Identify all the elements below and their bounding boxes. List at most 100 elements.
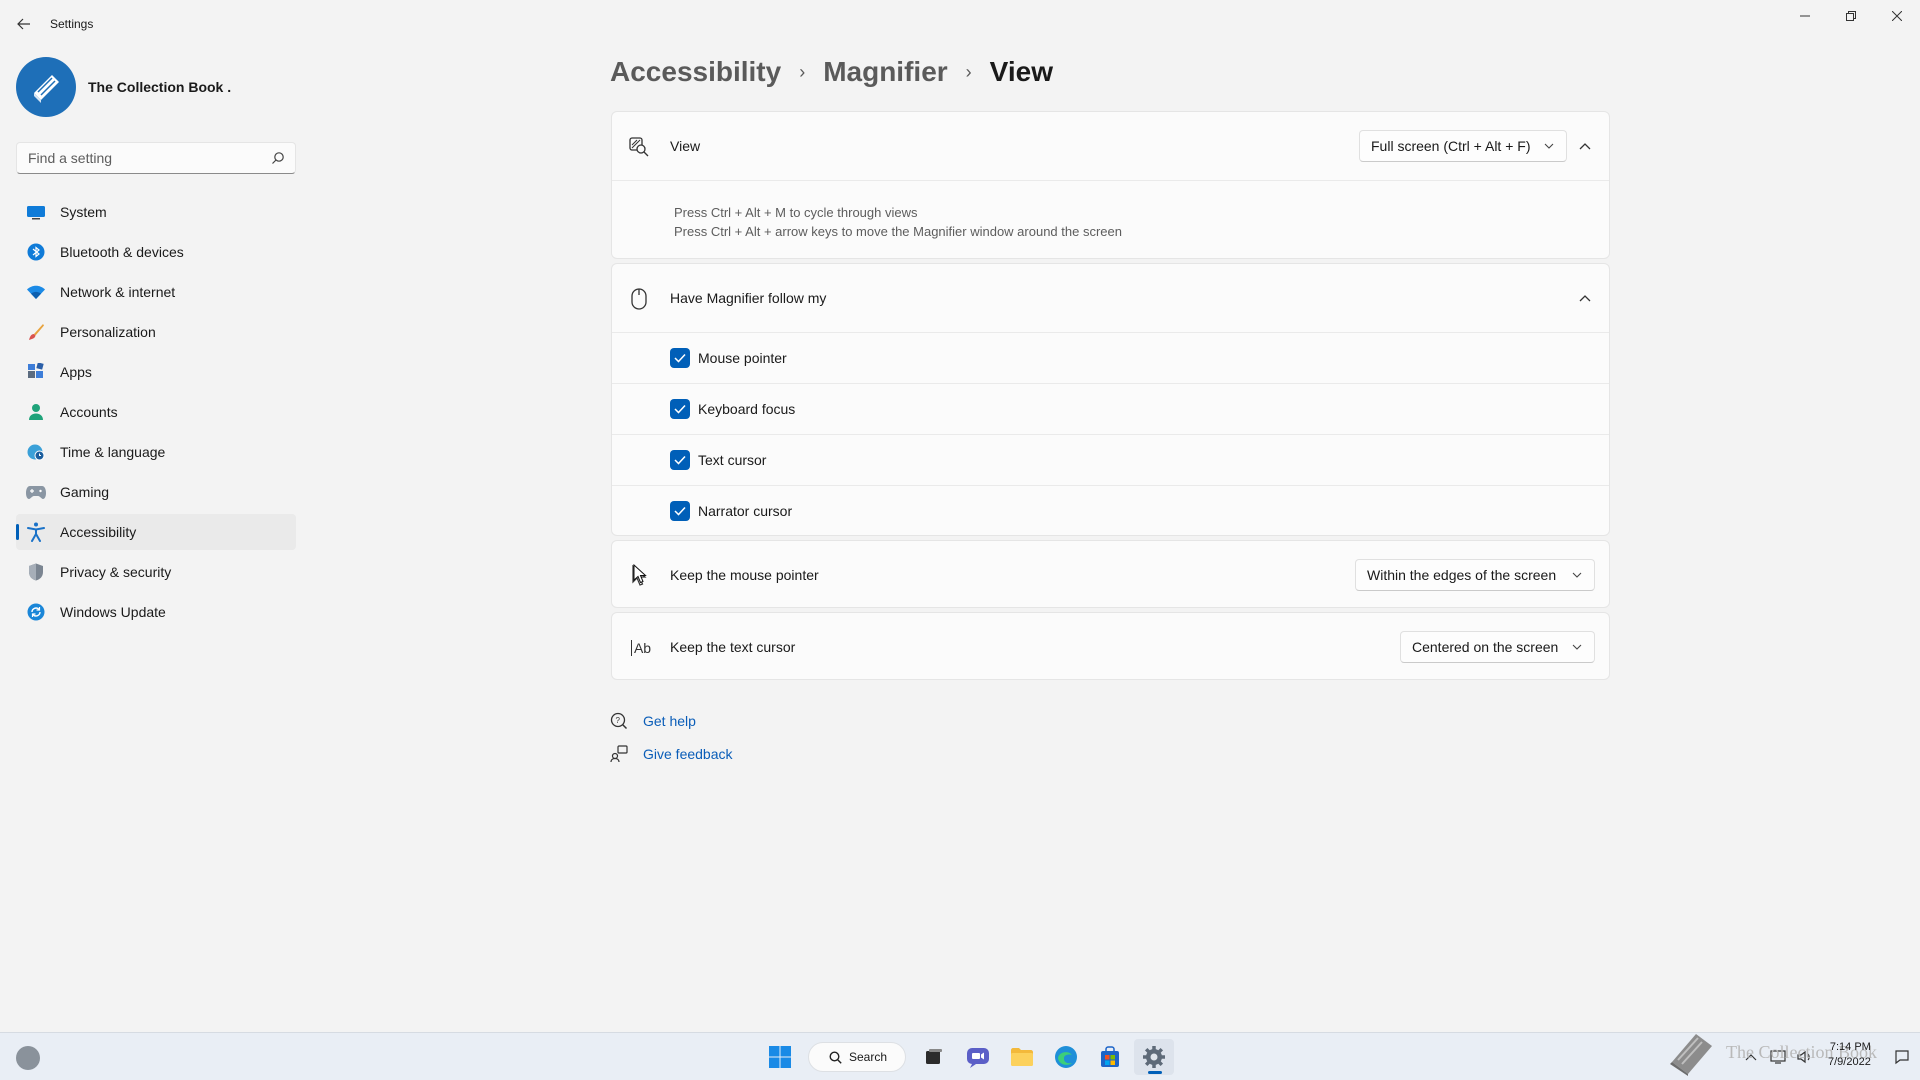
minimize-button[interactable]: [1782, 0, 1828, 32]
view-card-title: View: [670, 138, 701, 154]
view-shortcut-info: Press Ctrl + Alt + M to cycle through vi…: [612, 181, 1609, 259]
checkmark-icon: [674, 353, 686, 363]
collapse-follow-button[interactable]: [1575, 288, 1595, 308]
follow-option-narrator-cursor[interactable]: Narrator cursor: [612, 485, 1609, 536]
follow-option-mouse-pointer[interactable]: Mouse pointer: [612, 332, 1609, 383]
folder-icon: [1011, 1048, 1033, 1066]
sidebar-item-label: Personalization: [60, 324, 156, 340]
update-icon: [26, 602, 46, 622]
search-input[interactable]: [17, 143, 295, 173]
chevron-right-icon: ›: [965, 61, 972, 82]
sidebar-item-system[interactable]: System: [16, 194, 296, 230]
close-button[interactable]: [1874, 0, 1920, 32]
file-explorer-button[interactable]: [1002, 1039, 1042, 1075]
avatar: [16, 57, 76, 117]
breadcrumb-accessibility[interactable]: Accessibility: [610, 56, 781, 88]
text-cursor-icon-label: Ab: [630, 640, 651, 656]
mouse-pointer-card-title: Keep the mouse pointer: [670, 567, 819, 583]
give-feedback-link[interactable]: Give feedback: [610, 743, 733, 765]
minimize-icon: [1800, 15, 1810, 17]
get-help-text[interactable]: Get help: [643, 713, 696, 729]
view-card-header[interactable]: View Full screen (Ctrl + Alt + F): [612, 112, 1609, 180]
breadcrumb-magnifier[interactable]: Magnifier: [823, 56, 947, 88]
person-icon: [26, 402, 46, 422]
mouse-pointer-dropdown[interactable]: Within the edges of the screen: [1355, 559, 1595, 591]
sidebar-item-label: Windows Update: [60, 604, 166, 620]
mouse-icon: [628, 288, 650, 310]
collapse-view-button[interactable]: [1575, 136, 1595, 156]
edge-icon: [1055, 1046, 1077, 1068]
svg-text:?: ?: [616, 716, 621, 725]
sidebar-item-bluetooth[interactable]: Bluetooth & devices: [16, 234, 296, 270]
view-mode-value: Full screen (Ctrl + Alt + F): [1371, 138, 1531, 154]
shield-icon: [26, 562, 46, 582]
sidebar-item-privacy[interactable]: Privacy & security: [16, 554, 296, 590]
sidebar-item-label: Network & internet: [60, 284, 176, 300]
mouse-pointer-checkbox[interactable]: [670, 348, 690, 368]
system-icon: [26, 202, 46, 222]
widgets-icon[interactable]: [16, 1046, 40, 1070]
view-setting-card: View Full screen (Ctrl + Alt + F) Press …: [611, 111, 1610, 259]
keyboard-focus-checkbox[interactable]: [670, 399, 690, 419]
user-profile[interactable]: The Collection Book .: [16, 57, 231, 117]
feedback-icon: [610, 745, 628, 763]
chevron-down-icon: [1544, 143, 1554, 149]
sidebar-item-network[interactable]: Network & internet: [16, 274, 296, 310]
text-cursor-card-title: Keep the text cursor: [670, 639, 796, 655]
follow-card-header[interactable]: Have Magnifier follow my: [612, 264, 1609, 332]
restore-button[interactable]: [1828, 0, 1874, 32]
sidebar-item-gaming[interactable]: Gaming: [16, 474, 296, 510]
help-icon: ?: [610, 712, 628, 730]
back-button[interactable]: [10, 10, 38, 38]
checkmark-icon: [674, 404, 686, 414]
notification-icon[interactable]: [1894, 1049, 1910, 1065]
edge-button[interactable]: [1046, 1039, 1086, 1075]
follow-option-keyboard-focus[interactable]: Keyboard focus: [612, 383, 1609, 434]
sidebar-item-label: Accounts: [60, 404, 118, 420]
taskbar-search[interactable]: Search: [808, 1042, 906, 1072]
taskbar-clock[interactable]: 7:14 PM 7/9/2022: [1828, 1040, 1871, 1070]
sidebar-item-accessibility[interactable]: Accessibility: [16, 514, 296, 550]
sidebar-item-label: Apps: [60, 364, 92, 380]
checkbox-label: Narrator cursor: [698, 503, 793, 519]
store-button[interactable]: [1090, 1039, 1130, 1075]
restore-icon: [1846, 11, 1856, 21]
follow-option-text-cursor[interactable]: Text cursor: [612, 434, 1609, 485]
task-view-button[interactable]: [914, 1039, 954, 1075]
text-cursor-dropdown[interactable]: Centered on the screen: [1400, 631, 1595, 663]
mouse-cursor-icon: [633, 564, 647, 584]
clock-date: 7/9/2022: [1828, 1056, 1871, 1068]
taskbar-search-label: Search: [849, 1050, 888, 1064]
chat-button[interactable]: [958, 1039, 998, 1075]
sidebar-item-windows-update[interactable]: Windows Update: [16, 594, 296, 630]
checkbox-label: Text cursor: [698, 452, 767, 468]
text-cursor-card-header: Ab Keep the text cursor Centered on the …: [612, 613, 1609, 681]
info-line: Press Ctrl + Alt + M to cycle through vi…: [674, 205, 918, 220]
give-feedback-text[interactable]: Give feedback: [643, 746, 733, 762]
sidebar-item-label: System: [60, 204, 107, 220]
profile-name: The Collection Book .: [88, 79, 232, 95]
view-mode-dropdown[interactable]: Full screen (Ctrl + Alt + F): [1359, 130, 1567, 162]
help-links: ? Get help Give feedback: [610, 710, 733, 776]
sidebar-item-apps[interactable]: Apps: [16, 354, 296, 390]
mouse-pointer-card: Keep the mouse pointer Within the edges …: [611, 540, 1610, 608]
gamepad-icon: [26, 482, 46, 502]
settings-taskbar-button[interactable]: [1134, 1039, 1174, 1075]
store-icon: [1101, 1046, 1119, 1067]
chevron-up-icon: [1579, 295, 1591, 302]
start-button[interactable]: [760, 1039, 800, 1075]
text-cursor-checkbox[interactable]: [670, 450, 690, 470]
search-icon: [272, 152, 284, 164]
brush-icon: [26, 322, 46, 342]
sidebar-item-accounts[interactable]: Accounts: [16, 394, 296, 430]
sidebar-item-time-language[interactable]: Time & language: [16, 434, 296, 470]
clock-time: 7:14 PM: [1829, 1041, 1871, 1053]
settings-search[interactable]: [16, 142, 296, 174]
mouse-pointer-card-header: Keep the mouse pointer Within the edges …: [612, 541, 1609, 609]
title-bar: Settings: [0, 0, 1920, 48]
sidebar-item-personalization[interactable]: Personalization: [16, 314, 296, 350]
book-icon: [34, 75, 59, 103]
narrator-cursor-checkbox[interactable]: [670, 501, 690, 521]
get-help-link[interactable]: ? Get help: [610, 710, 733, 732]
chat-icon: [967, 1048, 989, 1068]
